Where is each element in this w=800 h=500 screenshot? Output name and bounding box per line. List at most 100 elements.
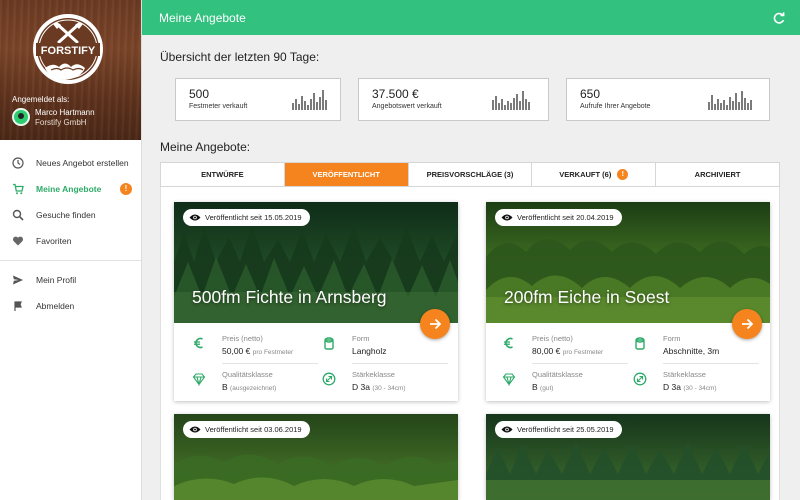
page-title: Meine Angebote [159,11,246,25]
field-label: Stärkeklasse [352,370,395,379]
thickness-icon [633,372,647,386]
divider [663,363,759,364]
clock-icon [12,157,24,169]
sidebar-item-label: Favoriten [36,236,72,246]
offer-image: Veröffentlicht seit 20.04.2019 200fm Eic… [486,202,770,323]
field-label: Qualitätsklasse [532,370,583,379]
forstify-logo[interactable]: FORSTIFY [31,12,105,86]
published-date: Veröffentlicht seit 15.05.2019 [205,213,302,222]
tab-price-proposals[interactable]: PREISVORSCHLÄGE (3) [409,163,533,186]
published-date: Veröffentlicht seit 25.05.2019 [517,425,614,434]
field-label: Preis (netto) [532,334,573,343]
tab-label: ARCHIVIERT [694,170,741,179]
quality-value: B [532,382,538,392]
heart-icon [12,235,24,247]
tab-archived[interactable]: ARCHIVIERT [656,163,779,186]
offer-card[interactable]: Veröffentlicht seit 20.04.2019 200fm Eic… [486,202,770,401]
sidebar-item-logout[interactable]: Abmelden [0,293,142,319]
field-value: B (ausgezeichnet) [222,382,276,392]
published-badge: Veröffentlicht seit 20.04.2019 [495,209,622,226]
alert-badge: ! [120,183,132,195]
user-name: Marco Hartmann [35,108,95,117]
price-value: 80,00 € [532,346,561,356]
sidebar-item-new-offer[interactable]: Neues Angebot erstellen [0,150,142,176]
euro-icon [504,337,513,349]
alert-badge: ! [617,169,629,180]
sidebar-item-find-requests[interactable]: Gesuche finden [0,202,142,228]
avatar[interactable] [12,108,30,126]
sidebar-item-label: Gesuche finden [36,210,96,220]
published-badge: Veröffentlicht seit 25.05.2019 [495,421,622,438]
price-value: 50,00 € [222,346,251,356]
stat-value: 37.500 € [372,87,419,101]
divider [352,363,448,364]
tab-label: ENTWÜRFE [201,170,244,179]
sidebar-item-label: Meine Angebote [36,184,102,194]
sidebar-item-profile[interactable]: Mein Profil [0,267,142,293]
stat-card-views: 650 Aufrufe Ihrer Angebote [566,78,770,121]
thickness-field: Stärkeklasse D 3a (30 - 34cm) [633,370,717,392]
quality-field: Qualitätsklasse B (gut) [502,370,583,392]
field-value: D 3a (30 - 34cm) [663,382,717,392]
field-value: Abschnitte, 3m [663,346,720,356]
offer-image: Veröffentlicht seit 15.05.2019 500fm Fic… [174,202,458,323]
published-badge: Veröffentlicht seit 03.06.2019 [183,421,310,438]
flag-icon [12,300,24,312]
divider [532,363,628,364]
offer-card[interactable]: Veröffentlicht seit 25.05.2019 [486,414,770,500]
divider [0,260,142,261]
top-bar: Meine Angebote [142,0,800,35]
offer-title: 200fm Eiche in Soest [504,287,670,307]
tab-label: PREISVORSCHLÄGE (3) [426,170,514,179]
stat-card-sold-volume: 500 Festmeter verkauft [175,78,341,121]
tab-label: VERÖFFENTLICHT [312,170,380,179]
sidebar-item-my-offers[interactable]: Meine Angebote ! [0,176,142,202]
stat-label: Aufrufe Ihrer Angebote [580,103,651,110]
eye-icon [189,426,201,433]
arrow-right-icon [430,318,442,330]
sidebar-item-label: Mein Profil [36,275,77,285]
sidebar-item-label: Abmelden [36,301,75,311]
stat-label: Angebotswert verkauft [372,103,442,110]
sidebar-nav: Neues Angebot erstellen Meine Angebote !… [0,150,142,319]
field-label: Preis (netto) [222,334,263,343]
tab-drafts[interactable]: ENTWÜRFE [161,163,285,186]
offer-card[interactable]: Veröffentlicht seit 03.06.2019 [174,414,458,500]
field-value: D 3a (30 - 34cm) [352,382,406,392]
overview-title: Übersicht der letzten 90 Tage: [160,50,320,64]
sidebar-item-favorites[interactable]: Favoriten [0,228,142,254]
refresh-icon[interactable] [772,11,786,25]
field-value: 80,00 € pro Festmeter [532,346,603,356]
user-company: Forstify GmbH [35,118,87,127]
form-field: Form Langholz [324,334,387,356]
stat-value: 650 [580,87,601,101]
cart-icon [12,183,24,195]
sidebar-header: FORSTIFY Angemeldet als: Marco Hartmann … [0,0,141,140]
stat-label: Festmeter verkauft [189,103,248,110]
divider [222,363,318,364]
stat-card-sold-value: 37.500 € Angebotswert verkauft [358,78,549,121]
euro-icon [194,337,203,349]
price-unit: pro Festmeter [562,349,604,356]
offer-details: Preis (netto) 80,00 € pro Festmeter Form… [486,323,770,401]
log-icon [635,337,645,350]
open-offer-button[interactable] [732,309,762,339]
arrow-right-icon [742,318,754,330]
tab-published[interactable]: VERÖFFENTLICHT [284,163,409,186]
sidebar-item-label: Neues Angebot erstellen [36,158,129,168]
field-label: Form [352,334,370,343]
quality-note: (ausgezeichnet) [230,385,277,392]
form-field: Form Abschnitte, 3m [635,334,720,356]
eye-icon [189,214,201,221]
quality-note: (gut) [540,385,554,392]
field-label: Qualitätsklasse [222,370,273,379]
open-offer-button[interactable] [420,309,450,339]
quality-field: Qualitätsklasse B (ausgezeichnet) [192,370,276,392]
tab-sold[interactable]: VERKAUFT (6)! [532,163,657,186]
offer-card[interactable]: Veröffentlicht seit 15.05.2019 500fm Fic… [174,202,458,401]
thickness-value: D 3a [352,382,370,392]
eye-icon [501,214,513,221]
offer-image: Veröffentlicht seit 03.06.2019 [174,414,458,500]
eye-icon [501,426,513,433]
diamond-icon [502,373,516,386]
